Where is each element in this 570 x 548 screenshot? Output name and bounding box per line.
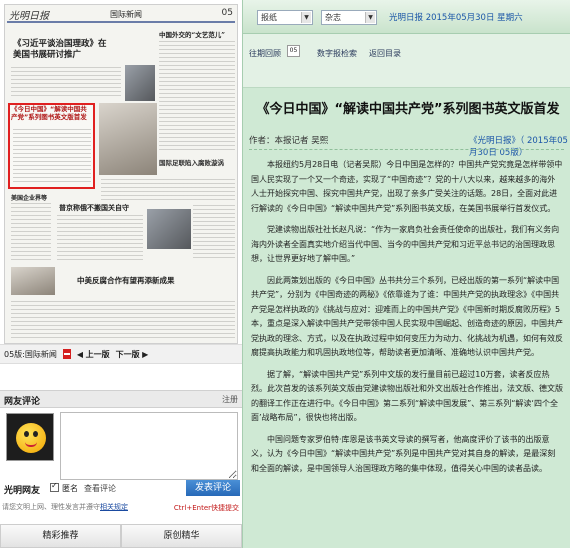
rules-link[interactable]: 相关规定 [100,503,128,511]
tab-original[interactable]: 原创精华 [121,524,242,548]
newspaper-section: 国际新闻 [110,10,142,19]
article-photo [99,103,157,175]
submit-comment-button[interactable]: 发表评论 [186,480,240,496]
newspaper-page-image[interactable]: 光明日报 国际新闻 05 《习近平谈治国理政》在美国书展研讨推广 中国外交的“文… [4,4,238,344]
pdf-icon[interactable] [62,349,71,359]
tab-recommended[interactable]: 精彩推荐 [0,524,121,548]
newspaper-headline-mid[interactable]: 国际足联陷入腐败漩涡 [159,157,237,167]
article-text-block [11,301,235,341]
view-comments-link[interactable]: 查看评论 [84,483,116,494]
newspaper-page-number: 05 [221,8,233,18]
article-photo [125,65,155,101]
digital-search-link[interactable]: 数字报检索 [317,48,357,59]
article-text-block [11,203,51,261]
newspaper-headline-main[interactable]: 《习近平谈治国理政》在美国书展研讨推广 [13,39,113,61]
source: 《光明日报》 [469,136,521,146]
comments-title: 网友评论 [4,397,41,407]
newspaper-select[interactable]: 报纸 ▼ [257,10,313,25]
author: 本报记者 吴熙 [274,136,329,146]
anonymous-label: 匿名 [62,484,78,493]
back-to-contents-link[interactable]: 返回目录 [369,48,401,59]
shortcut-hint: Ctrl+Enter快捷提交 [173,504,239,512]
comment-textarea[interactable] [60,412,238,480]
top-toolbar: 报纸 ▼ 杂志 ▼ 光明日报 2015年05月30日 星期六 [243,0,570,34]
paragraph: 中国问题专家罗伯特·库恩是该书英文导读的撰写者，他高度评价了该书的出版意义，认为… [251,434,556,473]
article-text-block [57,215,143,261]
article-photo [147,209,191,249]
magazine-select[interactable]: 杂志 ▼ [321,10,377,25]
page-select[interactable]: 05 [287,45,300,57]
newspaper-headline-bottom-left[interactable]: 美国企业界等 [11,193,51,202]
newspaper-headline-bottom-right[interactable]: 中美反腐合作有望再添新成果 [77,275,187,286]
left-panel: 光明日报 国际新闻 05 《习近平谈治国理政》在美国书展研讨推广 中国外交的“文… [0,0,242,548]
comment-rules: 请您文明上网、理性发言并遵守相关规定 [2,503,128,511]
back-issues-link[interactable]: 往期回顾 [249,48,281,59]
chevron-down-icon: ▼ [365,12,375,23]
article-panel: 报纸 ▼ 杂志 ▼ 光明日报 2015年05月30日 星期六 往期回顾 05 数字报… [242,0,570,548]
register-link[interactable]: 注册 [222,394,238,405]
newspaper-masthead: 光明日报 [9,11,49,22]
avatar [6,413,54,461]
newspaper-headline-right[interactable]: 中国外交的“文艺范儿” [159,29,237,39]
article-text-block [11,67,121,99]
sub-navigation: 往期回顾 05 数字报检索 返回目录 [243,34,570,88]
article-text-block [13,129,91,185]
nickname-label: 光明网友 [4,486,41,496]
newspaper-headline-bottom-center[interactable]: 普京称俄不搬国关自守 [59,203,159,213]
article-source-date: 《光明日报》（ 2015年05月30日 05版） [469,134,570,158]
paragraph: 据了解，“解读中国共产党”系列中文版的发行量目前已超过10万套，读者反应热烈。此… [251,369,563,423]
anonymous-checkbox[interactable] [50,481,59,492]
meta-divider [249,149,564,150]
article-text-block [159,41,235,151]
prev-page-link[interactable]: ◀ 上一版 [77,349,110,360]
article-title: 《今日中国》“解读中国共产党”系列图书英文版首发 [256,102,560,117]
highlighted-article-headline[interactable]: 《今日中国》“解读中国共产党”系列图书英文版首发 [11,105,93,121]
page-navigation: 05版:国际新闻 ◀ 上一版 下一版 ▶ [0,344,242,364]
article-text-block [101,179,235,201]
comments-header: 网友评论 注册 [0,390,242,408]
current-date: 光明日报 2015年05月30日 星期六 [389,13,523,23]
masthead-rule [7,21,235,23]
chevron-down-icon: ▼ [301,12,311,23]
next-page-link[interactable]: 下一版 ▶ [116,349,149,360]
paragraph: 因此两策划出版的《今日中国》丛书共分三个系列，已经出版的第一系列“解读中国共产党… [251,275,563,358]
bottom-tabs: 精彩推荐 原创精华 [0,524,242,548]
article-meta: 作者：本报记者 吴熙 [249,134,328,146]
article-text-block [193,205,235,261]
paragraph: 本报纽约5月28日电（记者吴熙）今日中国是怎样的？中国共产党究竟是怎样带领中国人… [251,160,563,213]
article-photo [11,267,55,295]
current-page-label[interactable]: 05版:国际新闻 [4,349,57,360]
article-body: 本报纽约5月28日电（记者吴熙）今日中国是怎样的？中国共产党究竟是怎样带领中国人… [251,158,563,483]
smiley-icon [16,423,46,453]
paragraph: 党建读物出版社社长赵凡说：“作为一家肩负社会责任使命的出版社，我们有义务向海内外… [251,225,560,263]
author-label: 作者： [249,136,275,146]
